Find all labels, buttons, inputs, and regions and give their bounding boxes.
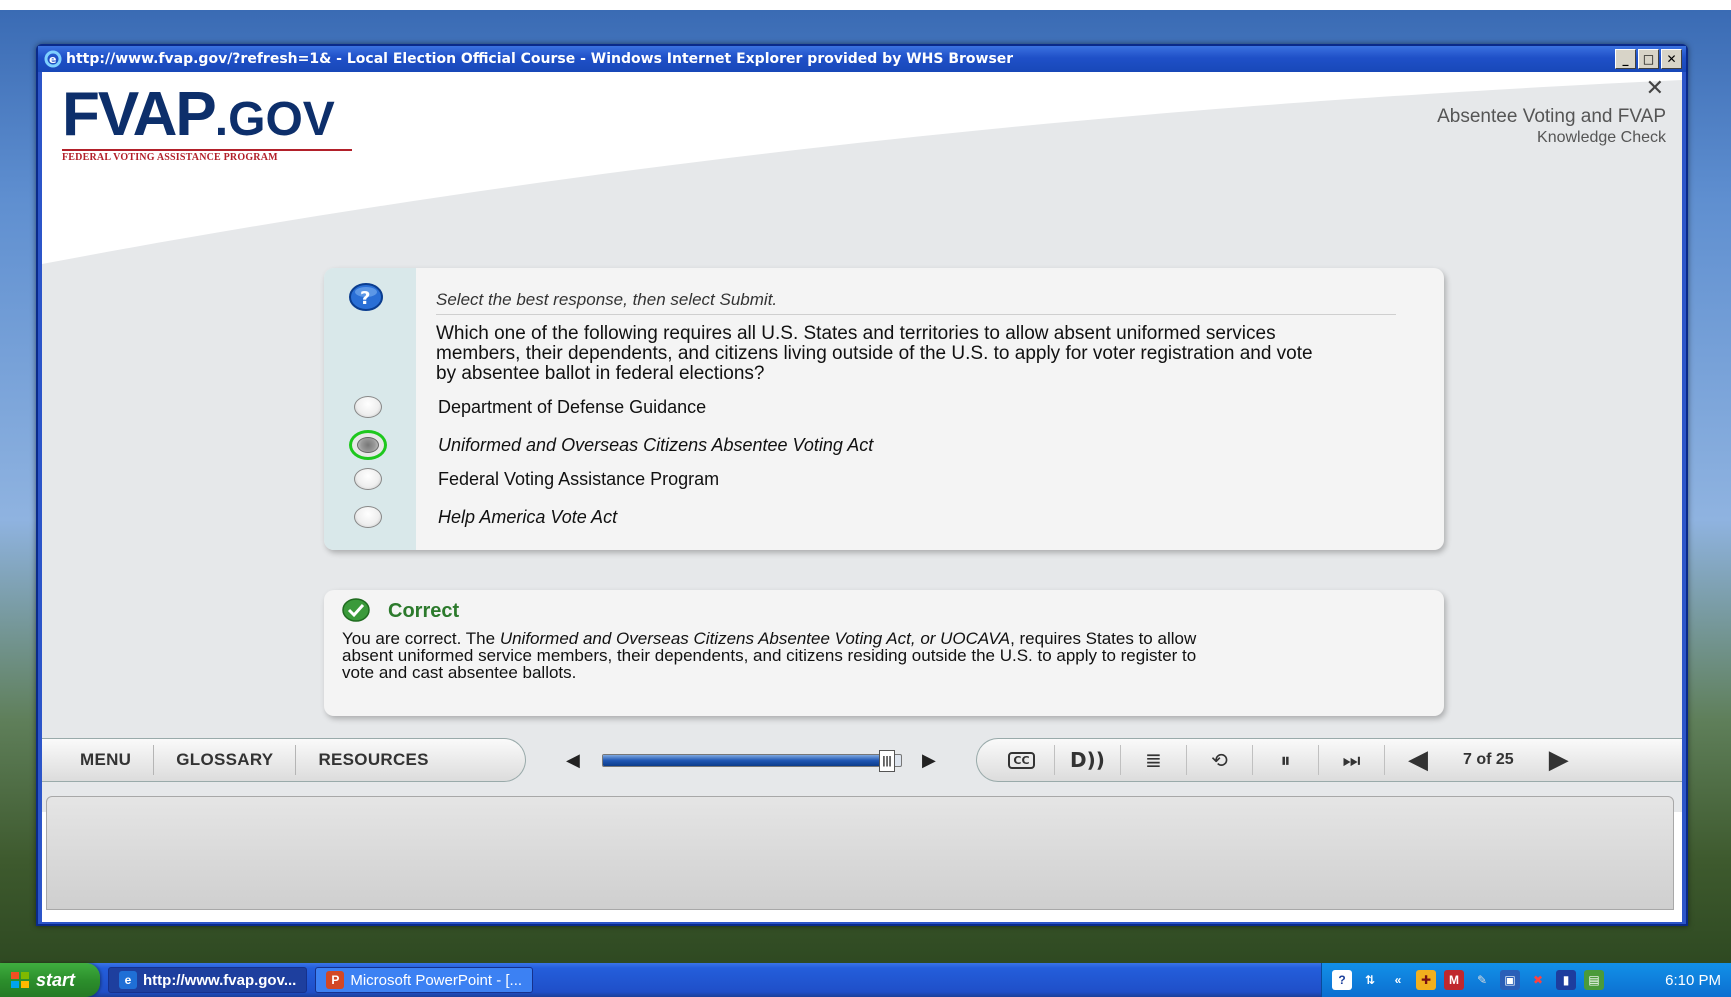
device-icon[interactable]: ▮ <box>1556 970 1576 990</box>
radio-button[interactable] <box>354 506 382 528</box>
option-label: Help America Vote Act <box>438 506 618 527</box>
caption-area <box>46 796 1674 910</box>
system-tray: ? ⇅ « ✚ M ✎ ▣ ✖ ▮ ▤ 6:10 PM <box>1321 963 1731 997</box>
media-controls: CC D)) ≣ ⟲ ⏸ ⏭ ◀ 7 of 25 ▶ <box>976 738 1682 782</box>
course-frame: ✕ FVAP.GOV FEDERAL VOTING ASSISTANCE PRO… <box>42 72 1682 922</box>
question-instruction: Select the best response, then select Su… <box>436 290 1396 315</box>
maximize-button[interactable]: □ <box>1638 49 1659 69</box>
minimize-button[interactable]: _ <box>1615 49 1636 69</box>
clock: 6:10 PM <box>1665 971 1721 989</box>
logo-subtitle: FEDERAL VOTING ASSISTANCE PROGRAM <box>62 149 352 163</box>
connection-icon[interactable]: ✎ <box>1472 970 1492 990</box>
alert-icon[interactable]: ✖ <box>1528 970 1548 990</box>
network-icon[interactable]: ⇅ <box>1360 970 1380 990</box>
help-question-icon: ? <box>349 283 383 311</box>
option-label: Department of Defense Guidance <box>438 396 707 417</box>
course-heading: Absentee Voting and FVAP Knowledge Check <box>1437 106 1666 147</box>
taskbar-item-powerpoint[interactable]: P Microsoft PowerPoint - [... <box>315 967 534 993</box>
powerpoint-icon: P <box>326 971 345 989</box>
monitor-icon[interactable]: ▤ <box>1584 970 1604 990</box>
logo-main: FVAP <box>62 80 217 149</box>
progress-track[interactable] <box>602 754 902 767</box>
course-nav: MENU GLOSSARY RESOURCES <box>42 738 526 782</box>
taskbar: start e http://www.fvap.gov... P Microso… <box>0 963 1731 997</box>
resources-button[interactable]: RESOURCES <box>296 745 450 775</box>
previous-page-icon[interactable]: ◀ <box>1385 745 1451 775</box>
cc-label: CC <box>1008 751 1035 769</box>
browser-window: e http://www.fvap.gov/?refresh=1& - Loca… <box>36 44 1688 926</box>
glossary-button[interactable]: GLOSSARY <box>154 745 297 775</box>
taskbar-item-ie[interactable]: e http://www.fvap.gov... <box>108 967 308 993</box>
audio-icon[interactable]: D)) <box>1055 745 1121 775</box>
help-icon[interactable]: ? <box>1332 970 1352 990</box>
windows-flag-icon <box>11 972 29 988</box>
expand-tray-icon[interactable]: « <box>1388 970 1408 990</box>
checkmark-icon <box>342 598 370 622</box>
question-text: Which one of the following requires all … <box>436 323 1313 384</box>
radio-button[interactable] <box>354 468 382 490</box>
replay-icon[interactable]: ⟲ <box>1187 745 1253 775</box>
window-controls: _ □ ✕ <box>1615 49 1682 69</box>
ie-icon: e <box>119 971 137 989</box>
window-title: http://www.fvap.gov/?refresh=1& - Local … <box>66 51 1014 67</box>
section-title: Knowledge Check <box>1537 129 1666 146</box>
answer-option-4[interactable]: Help America Vote Act <box>354 500 1254 534</box>
pause-icon[interactable]: ⏸ <box>1253 745 1319 775</box>
module-title: Absentee Voting and FVAP <box>1437 106 1666 127</box>
shield-icon[interactable]: ✚ <box>1416 970 1436 990</box>
closed-caption-button[interactable]: CC <box>989 745 1055 775</box>
option-label: Federal Voting Assistance Program <box>438 468 720 489</box>
close-button[interactable]: ✕ <box>1661 49 1682 69</box>
course-close-icon[interactable]: ✕ <box>1646 76 1664 101</box>
taskbar-item-label: http://www.fvap.gov... <box>143 971 297 989</box>
next-page-icon[interactable]: ▶ <box>1526 745 1592 775</box>
fvap-logo: FVAP.GOV FEDERAL VOTING ASSISTANCE PROGR… <box>62 84 352 163</box>
start-label: start <box>36 969 76 990</box>
forward-icon[interactable]: ▶ <box>922 750 936 771</box>
progress-handle[interactable]: ||| <box>879 750 895 772</box>
taskbar-item-label: Microsoft PowerPoint - [... <box>350 971 523 989</box>
start-button[interactable]: start <box>0 963 100 997</box>
answer-option-3[interactable]: Federal Voting Assistance Program <box>354 462 1254 496</box>
display-icon[interactable]: ▣ <box>1500 970 1520 990</box>
svg-text:?: ? <box>360 288 370 309</box>
transcript-icon[interactable]: ≣ <box>1121 745 1187 775</box>
rewind-icon[interactable]: ◀ <box>566 750 580 771</box>
question-panel: ? Select the best response, then select … <box>324 268 1444 550</box>
radio-button[interactable] <box>354 396 382 418</box>
page-indicator: 7 of 25 <box>1463 751 1514 768</box>
antivirus-icon[interactable]: M <box>1444 970 1464 990</box>
option-label: Uniformed and Overseas Citizens Absentee… <box>438 434 874 455</box>
skip-icon[interactable]: ⏭ <box>1319 745 1385 775</box>
feedback-body: You are correct. The Uniformed and Overs… <box>342 630 1202 681</box>
answer-option-2[interactable]: Uniformed and Overseas Citizens Absentee… <box>349 428 1254 462</box>
player-controlbar: MENU GLOSSARY RESOURCES ◀ ||| ▶ CC D)) ≣… <box>42 738 1682 784</box>
feedback-title: Correct <box>388 600 460 622</box>
answer-option-1[interactable]: Department of Defense Guidance <box>354 390 1254 424</box>
ie-icon: e <box>44 50 62 68</box>
window-titlebar[interactable]: e http://www.fvap.gov/?refresh=1& - Loca… <box>38 46 1686 72</box>
logo-suffix: .GOV <box>214 93 335 146</box>
radio-button-selected[interactable] <box>349 430 387 460</box>
svg-text:e: e <box>49 53 56 66</box>
feedback-panel: Correct You are correct. The Uniformed a… <box>324 590 1444 716</box>
progress-fill <box>603 755 887 766</box>
menu-button[interactable]: MENU <box>42 745 155 775</box>
